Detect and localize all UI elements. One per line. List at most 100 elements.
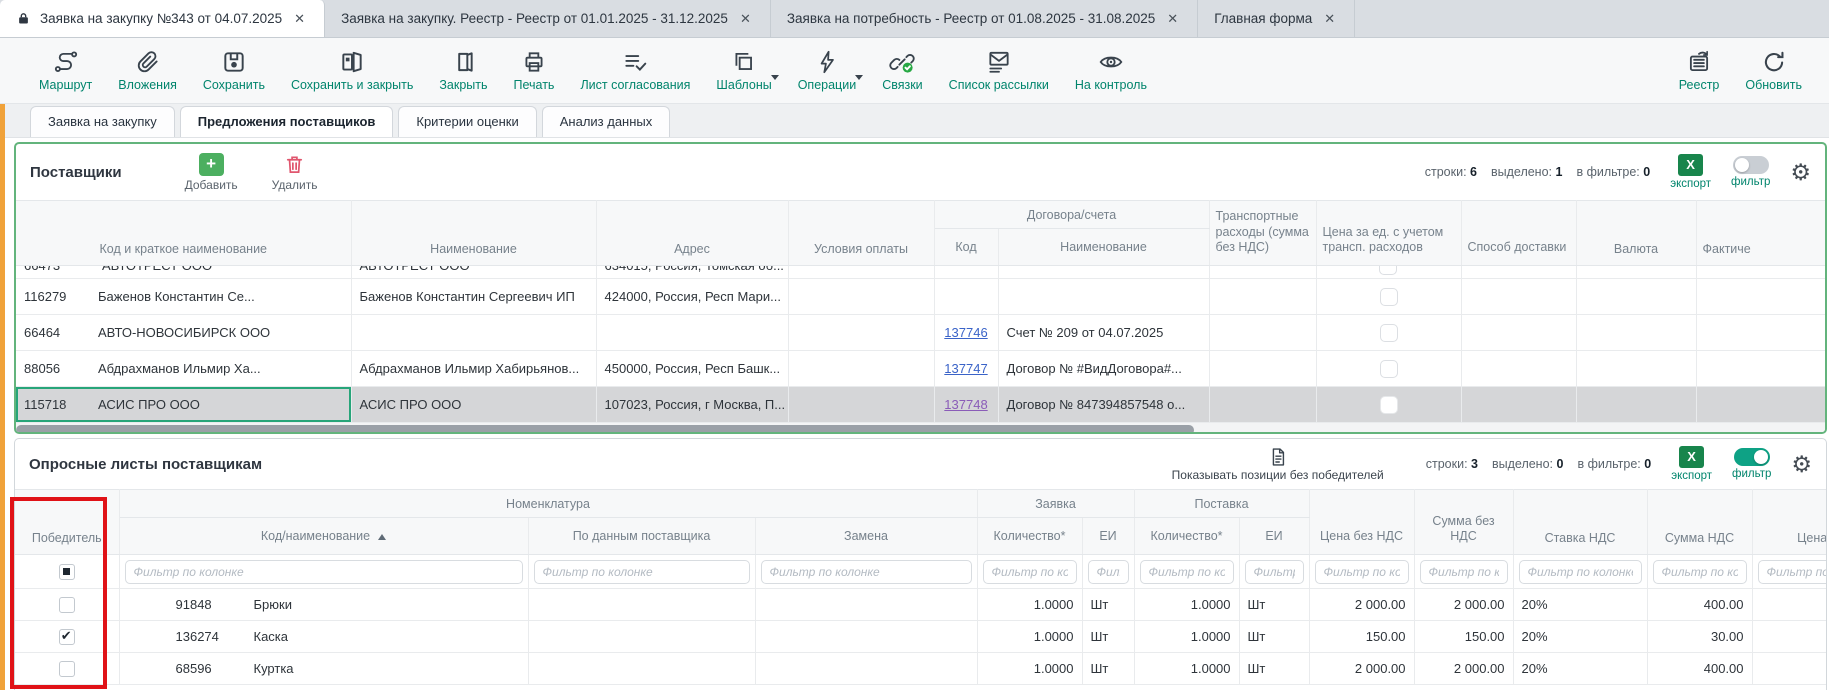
add-supplier-button[interactable]: + Добавить (185, 153, 238, 192)
close-icon[interactable]: ✕ (737, 9, 754, 29)
window-tab-main-form[interactable]: Главная форма ✕ (1198, 0, 1355, 37)
on-control-button[interactable]: На контроль (1062, 49, 1160, 92)
column-header-by-supplier[interactable]: По данным поставщика (528, 518, 755, 555)
checkbox[interactable] (1380, 288, 1398, 306)
close-icon[interactable]: ✕ (1164, 9, 1181, 29)
winner-checkbox[interactable] (59, 661, 75, 677)
show-positions-without-winners-button[interactable]: Показывать позиции без победителей (1172, 447, 1384, 482)
supplier-row[interactable]: 116279Баженов Константин Се... Баженов К… (16, 279, 1825, 315)
contract-link[interactable]: 137746 (944, 325, 987, 340)
checkbox[interactable] (1379, 266, 1397, 276)
sheets-export-button[interactable]: X экспорт (1671, 446, 1712, 482)
refresh-button[interactable]: Обновить (1732, 49, 1815, 92)
route-button[interactable]: Маршрут (26, 49, 105, 92)
filter-input-quantity-request[interactable] (983, 560, 1077, 584)
filter-input-replacement[interactable] (761, 560, 972, 584)
checkbox[interactable] (1380, 360, 1398, 378)
filter-input-price[interactable] (1315, 560, 1409, 584)
save-and-close-button[interactable]: Сохранить и закрыть (278, 49, 426, 92)
links-button[interactable]: Связки (869, 49, 935, 92)
templates-icon (731, 49, 757, 75)
approval-sheet-button[interactable]: Лист согласования (567, 49, 703, 92)
column-header-replacement[interactable]: Замена (755, 518, 977, 555)
sheet-row[interactable]: 91848Брюки 1.0000 Шт 1.0000 Шт 2 000.00 … (15, 589, 1826, 621)
tab-supplier-offers[interactable]: Предложения поставщиков (180, 106, 394, 137)
column-header-unit-request[interactable]: ЕИ (1082, 518, 1134, 555)
window-tab-purchase-registry[interactable]: Заявка на закупку. Реестр - Реестр от 01… (325, 0, 771, 37)
sheets-settings-gear-icon[interactable]: ⚙ (1791, 453, 1812, 476)
column-header-code-name-sortable[interactable]: Код/наименование (119, 518, 528, 555)
checkbox[interactable] (1380, 324, 1398, 342)
column-header-vat-amount[interactable]: Сумма НДС (1647, 490, 1752, 555)
column-header-contract-code[interactable]: Код (934, 229, 998, 266)
lock-icon (16, 11, 31, 26)
column-header-winner[interactable]: Победитель (15, 490, 119, 555)
column-header-address[interactable]: Адрес (596, 201, 788, 266)
suppliers-settings-gear-icon[interactable]: ⚙ (1790, 161, 1811, 184)
lightning-icon (814, 49, 840, 75)
winner-checkbox[interactable] (59, 629, 75, 645)
mailing-list-button[interactable]: Список рассылки (936, 49, 1062, 92)
column-header-quantity-request[interactable]: Количество* (977, 518, 1082, 555)
filter-input-code-name[interactable] (125, 560, 523, 584)
suppliers-panel-header: Поставщики + Добавить Удалить строки: 6 … (16, 144, 1825, 200)
scrollbar-thumb[interactable] (16, 425, 1194, 435)
sheets-filter-toggle[interactable]: фильтр (1732, 448, 1771, 480)
suppliers-filter-toggle[interactable]: фильтр (1731, 156, 1770, 188)
attachments-button[interactable]: Вложения (105, 49, 190, 92)
filter-input-price-with-vat[interactable] (1758, 560, 1826, 584)
operations-button[interactable]: Операции (785, 49, 869, 92)
window-tab-need-registry[interactable]: Заявка на потребность - Реестр от 01.08.… (771, 0, 1198, 37)
column-header-code-short-name[interactable]: Код и краткое наименование (16, 201, 351, 266)
column-header-quantity-supply[interactable]: Количество* (1134, 518, 1239, 555)
horizontal-scrollbar[interactable] (16, 423, 1825, 434)
sheet-row[interactable]: 68596Куртка 1.0000 Шт 1.0000 Шт 2 000.00… (15, 653, 1826, 685)
filter-input-by-supplier[interactable] (534, 560, 750, 584)
tab-evaluation-criteria[interactable]: Критерии оценки (398, 106, 536, 137)
filter-input-unit-supply[interactable] (1245, 560, 1304, 584)
column-header-unit-price-transport[interactable]: Цена за ед. с учетом трансп. расходов (1316, 201, 1461, 266)
filter-input-quantity-supply[interactable] (1140, 560, 1234, 584)
column-header-price-no-vat[interactable]: Цена без НДС (1309, 490, 1414, 555)
column-header-unit-supply[interactable]: ЕИ (1239, 518, 1309, 555)
filter-input-amount[interactable] (1420, 560, 1508, 584)
delete-supplier-button[interactable]: Удалить (272, 153, 318, 192)
close-icon[interactable]: ✕ (291, 9, 308, 29)
close-button[interactable]: Закрыть (426, 49, 500, 92)
filter-input-vat-rate[interactable] (1519, 560, 1642, 584)
contract-link[interactable]: 137747 (944, 361, 987, 376)
tab-purchase-request[interactable]: Заявка на закупку (30, 106, 175, 137)
templates-button[interactable]: Шаблоны (703, 49, 784, 92)
column-header-price-with-vat[interactable]: Цена с НДС (1752, 490, 1826, 555)
column-header-amount-no-vat[interactable]: Сумма без НДС (1414, 490, 1513, 555)
column-header-contract-name[interactable]: Наименование (998, 229, 1209, 266)
column-header-vat-rate[interactable]: Ставка НДС (1513, 490, 1647, 555)
supplier-row[interactable]: 66464АВТО-НОВОСИБИРСК ООО 137746 Счет № … (16, 315, 1825, 351)
window-tab-bar: Заявка на закупку №343 от 04.07.2025 ✕ З… (0, 0, 1829, 38)
save-button[interactable]: Сохранить (190, 49, 278, 92)
filter-input-vat-amount[interactable] (1653, 560, 1747, 584)
sheet-row[interactable]: 136274Каска 1.0000 Шт 1.0000 Шт 150.00 1… (15, 621, 1826, 653)
column-header-transport-costs[interactable]: Транспортные расходы (сумма без НДС) (1209, 201, 1316, 266)
checkbox[interactable] (1380, 396, 1398, 414)
sheets-panel-header: Опросные листы поставщикам Показывать по… (15, 439, 1826, 489)
filter-input-unit-request[interactable] (1088, 560, 1129, 584)
suppliers-export-button[interactable]: X экспорт (1670, 154, 1711, 190)
close-icon[interactable]: ✕ (1321, 9, 1338, 29)
supplier-row[interactable]: 88056Абдрахманов Ильмир Ха... Абдрахмано… (16, 351, 1825, 387)
column-header-delivery-method[interactable]: Способ доставки (1461, 201, 1576, 266)
column-header-payment-terms[interactable]: Условия оплаты (788, 201, 934, 266)
supplier-row-selected[interactable]: 115718АСИС ПРО ООО АСИС ПРО ООО 107023, … (16, 387, 1825, 423)
winner-checkbox[interactable] (59, 597, 75, 613)
contract-link[interactable]: 137748 (944, 397, 987, 412)
window-tab-purchase-request[interactable]: Заявка на закупку №343 от 04.07.2025 ✕ (0, 0, 325, 37)
column-header-actual[interactable]: Фактиче (1696, 201, 1825, 266)
column-header-currency[interactable]: Валюта (1576, 201, 1696, 266)
supplier-row-clipped[interactable]: 66473АВТОТРЕСТ ООО АВТОТРЕСТ ООО 634015,… (16, 266, 1825, 279)
column-header-name[interactable]: Наименование (351, 201, 596, 266)
print-button[interactable]: Печать (501, 49, 568, 92)
registry-button[interactable]: Реестр (1666, 49, 1733, 92)
form-tab-bar: Заявка на закупку Предложения поставщико… (0, 104, 1829, 138)
select-all-winners-checkbox[interactable] (59, 564, 75, 580)
tab-data-analysis[interactable]: Анализ данных (542, 106, 671, 137)
